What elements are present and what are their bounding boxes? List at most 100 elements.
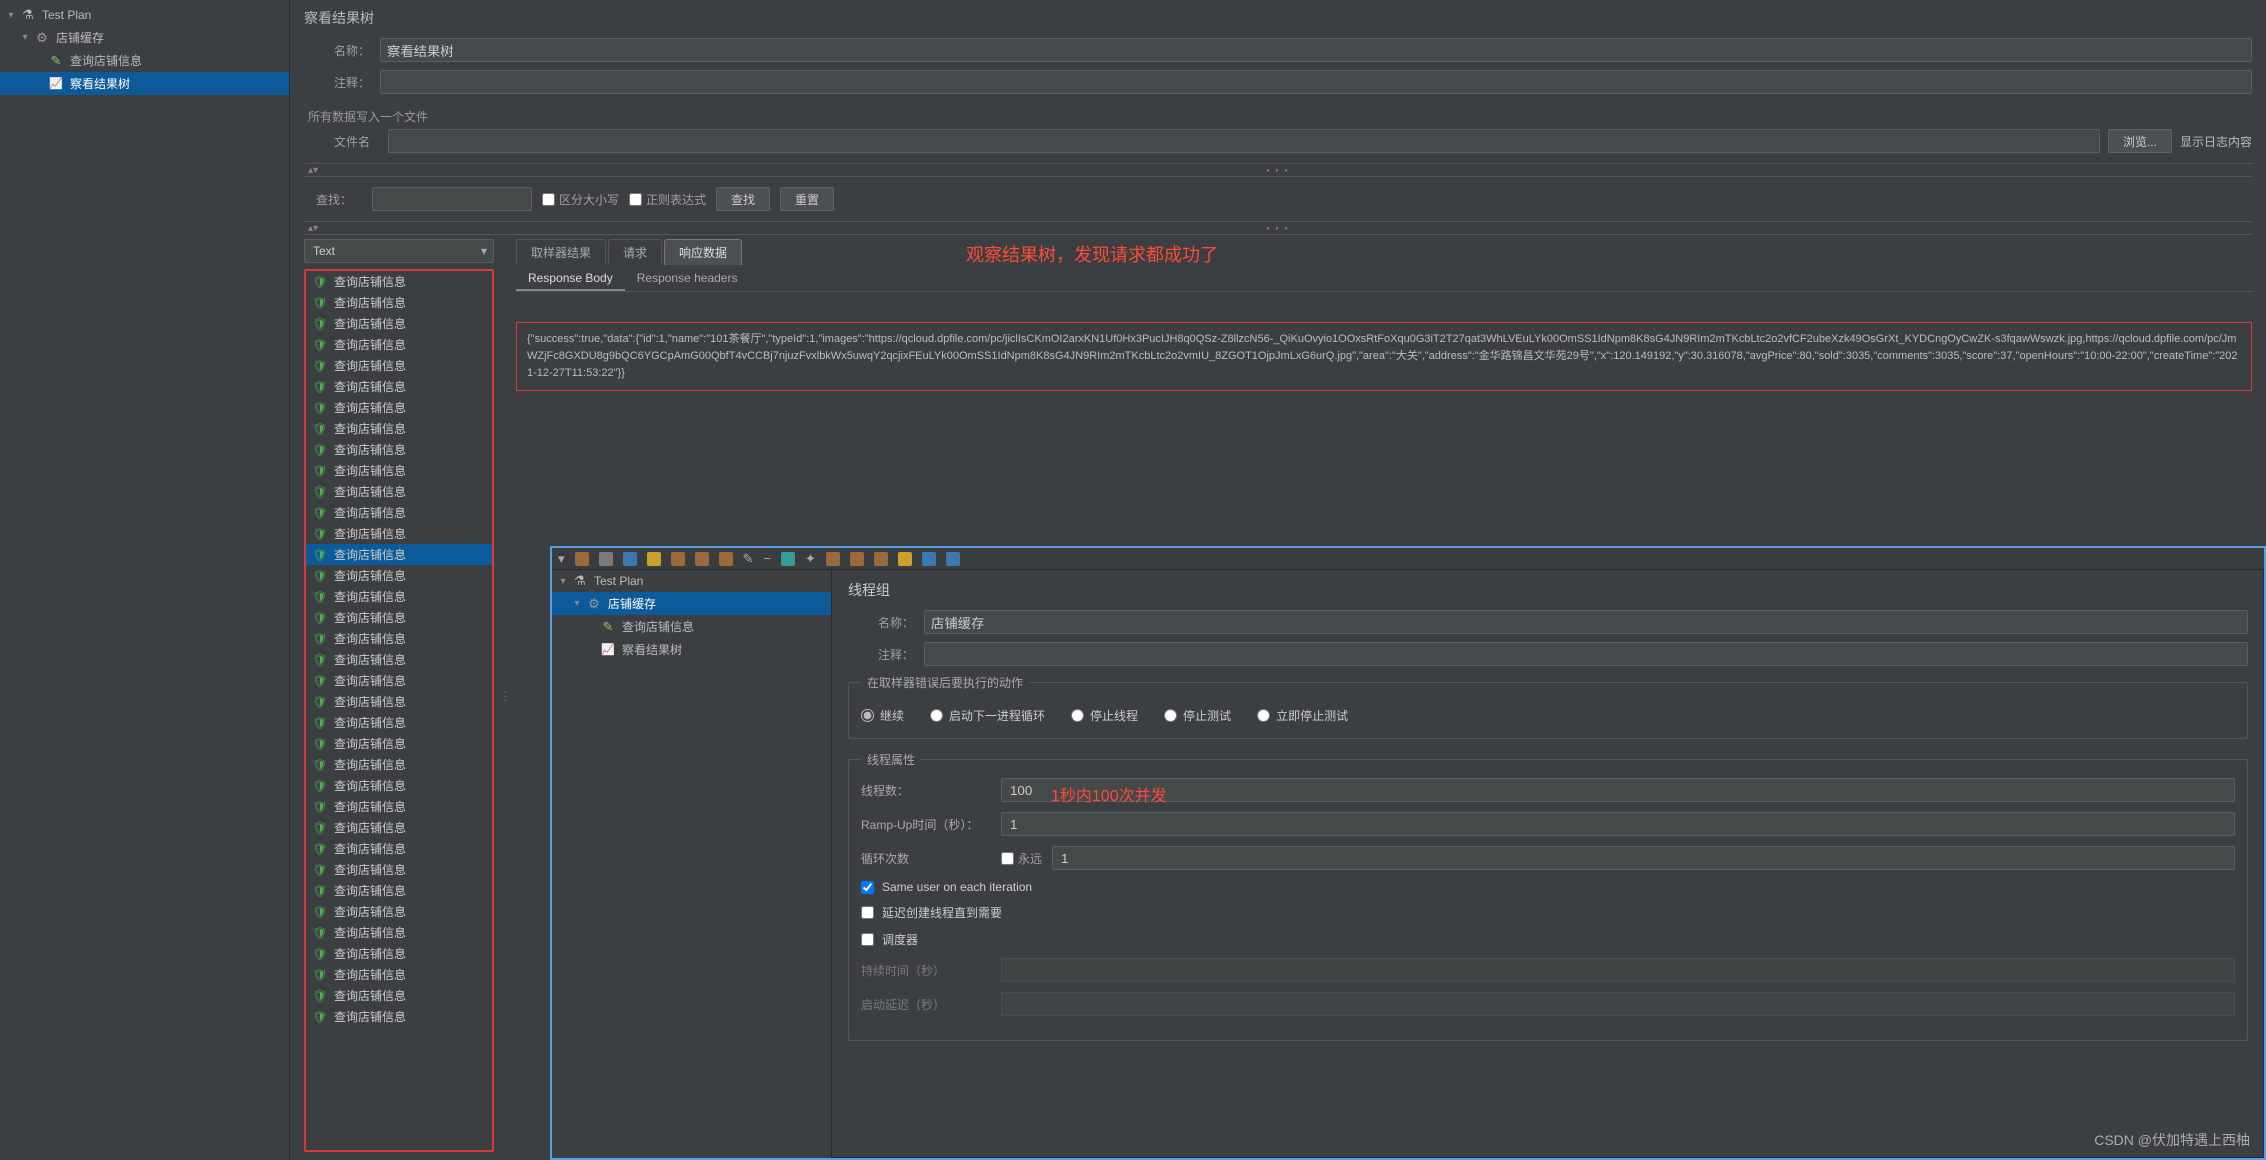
toolbar-icon[interactable]: [695, 552, 709, 566]
tree-view-results[interactable]: 察看结果树: [0, 72, 289, 95]
result-item[interactable]: 查询店铺信息: [306, 271, 492, 292]
toolbar-icon[interactable]: [850, 552, 864, 566]
tree-test-plan[interactable]: ▾ Test Plan: [0, 4, 289, 26]
result-item[interactable]: 查询店铺信息: [306, 376, 492, 397]
toolbar-icon[interactable]: [719, 552, 733, 566]
toolbar-icon[interactable]: [898, 552, 912, 566]
result-item[interactable]: 查询店铺信息: [306, 565, 492, 586]
toolbar-wand-icon[interactable]: ✦: [805, 551, 816, 567]
result-item[interactable]: 查询店铺信息: [306, 943, 492, 964]
tab-request[interactable]: 请求: [608, 239, 662, 265]
toolbar-icon[interactable]: [599, 552, 613, 566]
inner-comment-input[interactable]: [924, 642, 2248, 666]
result-item[interactable]: 查询店铺信息: [306, 397, 492, 418]
ramp-input[interactable]: [1001, 812, 2235, 836]
toolbar-icon[interactable]: [623, 552, 637, 566]
result-item[interactable]: 查询店铺信息: [306, 964, 492, 985]
tree-query-shop[interactable]: 查询店铺信息: [0, 49, 289, 72]
inner-name-input[interactable]: [924, 610, 2248, 634]
result-item[interactable]: 查询店铺信息: [306, 523, 492, 544]
radio-continue[interactable]: 继续: [861, 707, 904, 724]
toolbar-icon[interactable]: [575, 552, 589, 566]
result-item[interactable]: 查询店铺信息: [306, 775, 492, 796]
collapse-bar-2[interactable]: ▴▾ • • •: [304, 221, 2252, 235]
result-item[interactable]: 查询店铺信息: [306, 859, 492, 880]
toolbar-minus-icon[interactable]: −: [763, 551, 771, 566]
result-item[interactable]: 查询店铺信息: [306, 586, 492, 607]
toolbar-icon[interactable]: [781, 552, 795, 566]
result-item[interactable]: 查询店铺信息: [306, 607, 492, 628]
toolbar-icon[interactable]: [647, 552, 661, 566]
results-list[interactable]: 查询店铺信息查询店铺信息查询店铺信息查询店铺信息查询店铺信息查询店铺信息查询店铺…: [304, 269, 494, 1152]
result-item[interactable]: 查询店铺信息: [306, 733, 492, 754]
response-body[interactable]: {"success":true,"data":{"id":1,"name":"1…: [516, 322, 2252, 391]
result-item[interactable]: 查询店铺信息: [306, 796, 492, 817]
scheduler-checkbox[interactable]: [861, 933, 874, 946]
result-item[interactable]: 查询店铺信息: [306, 628, 492, 649]
inner-tree-shop-cache[interactable]: ▾ 店铺缓存: [552, 592, 831, 615]
reset-button[interactable]: 重置: [780, 187, 834, 211]
toolbar-icon[interactable]: [874, 552, 888, 566]
name-input[interactable]: [380, 38, 2252, 62]
toolbar-icon[interactable]: [922, 552, 936, 566]
result-item[interactable]: 查询店铺信息: [306, 754, 492, 775]
tab-sampler-result[interactable]: 取样器结果: [516, 239, 606, 265]
inner-tree-test-plan[interactable]: ▾ Test Plan: [552, 570, 831, 592]
tree-toggle-icon[interactable]: ▾: [572, 599, 582, 609]
case-sensitive-checkbox[interactable]: 区分大小写: [542, 191, 619, 208]
result-item[interactable]: 查询店铺信息: [306, 460, 492, 481]
toolbar-icon[interactable]: [946, 552, 960, 566]
result-item[interactable]: 查询店铺信息: [306, 439, 492, 460]
forever-checkbox[interactable]: 永远: [1001, 850, 1042, 867]
radio-next-loop[interactable]: 启动下一进程循环: [930, 707, 1045, 724]
result-item[interactable]: 查询店铺信息: [306, 334, 492, 355]
result-item[interactable]: 查询店铺信息: [306, 901, 492, 922]
subtab-response-body[interactable]: Response Body: [516, 267, 625, 291]
result-item[interactable]: 查询店铺信息: [306, 922, 492, 943]
toolbar-pencil-icon[interactable]: ✎: [743, 551, 754, 567]
search-input[interactable]: [372, 187, 532, 211]
inner-tree-view-results[interactable]: 察看结果树: [552, 638, 831, 661]
inner-tree-query-shop[interactable]: 查询店铺信息: [552, 615, 831, 638]
result-item[interactable]: 查询店铺信息: [306, 418, 492, 439]
subtab-response-headers[interactable]: Response headers: [625, 267, 750, 291]
result-item[interactable]: 查询店铺信息: [306, 670, 492, 691]
same-user-checkbox[interactable]: [861, 881, 874, 894]
loop-input[interactable]: [1052, 846, 2235, 870]
thread-count-input[interactable]: [1001, 778, 2235, 802]
radio-stop-test[interactable]: 停止测试: [1164, 707, 1231, 724]
result-item[interactable]: 查询店铺信息: [306, 502, 492, 523]
result-item[interactable]: 查询店铺信息: [306, 313, 492, 334]
radio-stop-now[interactable]: 立即停止测试: [1257, 707, 1348, 724]
toolbar-icon[interactable]: [671, 552, 685, 566]
search-button[interactable]: 查找: [716, 187, 770, 211]
file-input[interactable]: [388, 129, 2100, 153]
tab-response-data[interactable]: 响应数据: [664, 239, 742, 265]
tree-toggle-icon[interactable]: ▾: [6, 10, 16, 20]
splitter-handle[interactable]: ⋮: [502, 239, 508, 1152]
result-item[interactable]: 查询店铺信息: [306, 691, 492, 712]
renderer-dropdown[interactable]: Text: [304, 239, 494, 263]
result-item[interactable]: 查询店铺信息: [306, 481, 492, 502]
result-item[interactable]: 查询店铺信息: [306, 817, 492, 838]
result-item[interactable]: 查询店铺信息: [306, 838, 492, 859]
tree-shop-cache[interactable]: ▾ 店铺缓存: [0, 26, 289, 49]
comment-input[interactable]: [380, 70, 2252, 94]
delay-create-checkbox[interactable]: [861, 906, 874, 919]
result-item[interactable]: 查询店铺信息: [306, 544, 492, 565]
regex-checkbox[interactable]: 正则表达式: [629, 191, 706, 208]
toolbar-dropdown-icon[interactable]: ▾: [558, 551, 565, 567]
result-item[interactable]: 查询店铺信息: [306, 880, 492, 901]
radio-stop-thread[interactable]: 停止线程: [1071, 707, 1138, 724]
collapse-bar[interactable]: ▴▾ • • •: [304, 163, 2252, 177]
result-item[interactable]: 查询店铺信息: [306, 712, 492, 733]
tree-toggle-icon[interactable]: ▾: [20, 33, 30, 43]
browse-button[interactable]: 浏览...: [2108, 129, 2172, 153]
tree-toggle-icon[interactable]: ▾: [558, 576, 568, 586]
result-item[interactable]: 查询店铺信息: [306, 649, 492, 670]
result-item[interactable]: 查询店铺信息: [306, 292, 492, 313]
toolbar-icon[interactable]: [826, 552, 840, 566]
result-item[interactable]: 查询店铺信息: [306, 355, 492, 376]
result-item[interactable]: 查询店铺信息: [306, 1006, 492, 1027]
result-item[interactable]: 查询店铺信息: [306, 985, 492, 1006]
